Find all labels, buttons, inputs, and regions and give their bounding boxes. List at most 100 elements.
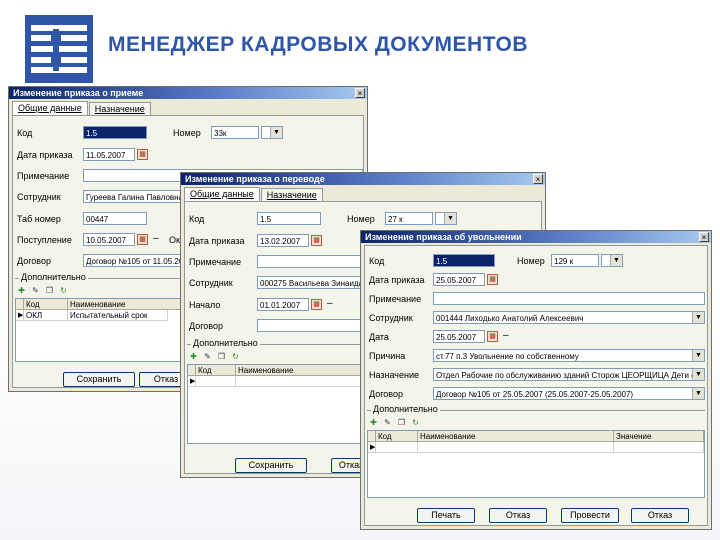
- edit-icon[interactable]: ✎: [31, 286, 40, 295]
- employee-label: Сотрудник: [17, 192, 61, 202]
- number-label: Номер: [347, 214, 375, 224]
- code-field[interactable]: 1.5: [83, 126, 147, 139]
- grid-header-value[interactable]: Значение: [614, 431, 704, 442]
- chevron-down-icon[interactable]: ▼: [692, 388, 704, 399]
- calendar-icon[interactable]: ▦: [311, 299, 322, 310]
- employee-label: Сотрудник: [189, 278, 233, 288]
- tab-assignment[interactable]: Назначение: [260, 188, 323, 202]
- post-button[interactable]: Провести: [561, 508, 619, 523]
- date-label: Дата приказа: [189, 236, 245, 246]
- dash: –: [153, 233, 159, 244]
- employee-label: Сотрудник: [369, 313, 413, 323]
- number-picker[interactable]: ▼: [435, 212, 457, 225]
- code-field[interactable]: 1.5: [433, 254, 495, 267]
- grid-corner: [188, 365, 196, 376]
- assignment-label: Назначение: [369, 370, 420, 380]
- grid-header-code[interactable]: Код: [376, 431, 418, 442]
- row-pointer-icon: ▶: [16, 310, 24, 321]
- date-field[interactable]: 25.05.2007: [433, 273, 485, 286]
- note-label: Примечание: [17, 171, 70, 181]
- date-field[interactable]: 13.02.2007: [257, 234, 309, 247]
- tab-general[interactable]: Общие данные: [12, 101, 88, 116]
- tab-number-field[interactable]: 00447: [83, 212, 147, 225]
- chevron-down-icon[interactable]: ▼: [692, 312, 704, 323]
- date-label: Дата приказа: [17, 150, 73, 160]
- code-field[interactable]: 1.5: [257, 212, 321, 225]
- chevron-down-icon[interactable]: ▼: [692, 350, 704, 361]
- calendar-icon[interactable]: ▦: [487, 274, 498, 285]
- refresh-icon[interactable]: ↻: [411, 418, 420, 427]
- chevron-down-icon[interactable]: ▼: [444, 213, 456, 224]
- tab-assignment[interactable]: Назначение: [88, 102, 151, 116]
- add-icon[interactable]: ✚: [369, 418, 378, 427]
- app-logo: [25, 15, 93, 83]
- print-button[interactable]: Печать: [417, 508, 475, 523]
- close-icon[interactable]: ×: [355, 88, 365, 98]
- table-row-name[interactable]: [236, 376, 362, 387]
- add-icon[interactable]: ✚: [17, 286, 26, 295]
- cancel-print-button[interactable]: Отказ: [489, 508, 547, 523]
- calendar-icon[interactable]: ▦: [137, 149, 148, 160]
- employee-field[interactable]: 000275 Васильева Зинаида Ив: [257, 276, 361, 289]
- grid-header-name[interactable]: Наименование: [418, 431, 614, 442]
- calendar-icon[interactable]: ▦: [137, 234, 148, 245]
- grid-header-code[interactable]: Код: [196, 365, 236, 376]
- copy-icon[interactable]: ❐: [397, 418, 406, 427]
- table-row-value[interactable]: [614, 442, 704, 453]
- page-title: МЕНЕДЖЕР КАДРОВЫХ ДОКУМЕНТОВ: [108, 33, 528, 56]
- contract-field[interactable]: Договор №105 от 25.05.2007 (25.05.2007-2…: [433, 387, 705, 400]
- reason-value: ст.77 п.3 Увольнение по собственному: [436, 352, 579, 361]
- reason-label: Причина: [369, 351, 406, 361]
- start-field[interactable]: 01.01.2007: [257, 298, 309, 311]
- grid-corner: [16, 299, 24, 310]
- table-row-code[interactable]: [196, 376, 236, 387]
- date-field[interactable]: 11.05.2007: [83, 148, 135, 161]
- close-icon[interactable]: ×: [533, 174, 543, 184]
- number-picker[interactable]: ▼: [601, 254, 623, 267]
- refresh-icon[interactable]: ↻: [231, 352, 240, 361]
- assignment-field[interactable]: Отдел Рабочие по обслуживанию зданий Сто…: [433, 368, 705, 381]
- close-icon[interactable]: ×: [699, 232, 709, 242]
- code-label: Код: [369, 256, 385, 266]
- copy-icon[interactable]: ❐: [45, 286, 54, 295]
- hire-date-field[interactable]: 10.05.2007: [83, 233, 135, 246]
- copy-icon[interactable]: ❐: [217, 352, 226, 361]
- chevron-down-icon[interactable]: ▼: [610, 255, 622, 266]
- employee-field[interactable]: 001444 Лиходько Анатолий Алексеевич ▼: [433, 311, 705, 324]
- assignment-value: Отдел Рабочие по обслуживанию зданий Сто…: [436, 371, 704, 380]
- transfer-window-title: Изменение приказа о переводе: [181, 173, 545, 185]
- calendar-icon[interactable]: ▦: [487, 331, 498, 342]
- chevron-down-icon[interactable]: ▼: [692, 369, 704, 380]
- tab-general[interactable]: Общие данные: [184, 187, 260, 202]
- chevron-down-icon[interactable]: ▼: [270, 127, 282, 138]
- dismissal-order-window: Изменение приказа об увольнении × Код 1.…: [360, 230, 712, 530]
- number-field[interactable]: 27 к: [385, 212, 433, 225]
- table-row-code[interactable]: [376, 442, 418, 453]
- refresh-icon[interactable]: ↻: [59, 286, 68, 295]
- dismissal-form-panel: Код 1.5 Номер 129 к ▼ Дата приказа 25.05…: [364, 245, 708, 526]
- table-row-name[interactable]: Испытательный срок: [68, 310, 168, 321]
- cancel-button[interactable]: Отказ: [631, 508, 689, 523]
- number-picker[interactable]: ▼: [261, 126, 283, 139]
- row-pointer-icon: ▶: [368, 442, 376, 453]
- edit-icon[interactable]: ✎: [203, 352, 212, 361]
- table-row-code[interactable]: ОКЛ: [24, 310, 68, 321]
- save-button[interactable]: Сохранить: [63, 372, 135, 387]
- add-icon[interactable]: ✚: [189, 352, 198, 361]
- contract-label: Договор: [369, 389, 403, 399]
- date2-field[interactable]: 25.05.2007: [433, 330, 485, 343]
- contract-label: Договор: [189, 321, 223, 331]
- extra-group-label: Дополнительно: [191, 338, 260, 348]
- table-row-name[interactable]: [418, 442, 614, 453]
- number-field[interactable]: 129 к: [551, 254, 599, 267]
- grid-header-code[interactable]: Код: [24, 299, 68, 310]
- edit-icon[interactable]: ✎: [383, 418, 392, 427]
- contract-field[interactable]: Договор №105 от 11.05.2007: [83, 254, 193, 267]
- note-field[interactable]: [433, 292, 705, 305]
- number-field[interactable]: 33к: [211, 126, 259, 139]
- calendar-icon[interactable]: ▦: [311, 235, 322, 246]
- save-button[interactable]: Сохранить: [235, 458, 307, 473]
- contract-field[interactable]: [257, 319, 361, 332]
- reason-field[interactable]: ст.77 п.3 Увольнение по собственному ▼: [433, 349, 705, 362]
- grid-header-name[interactable]: Наименование: [236, 365, 362, 376]
